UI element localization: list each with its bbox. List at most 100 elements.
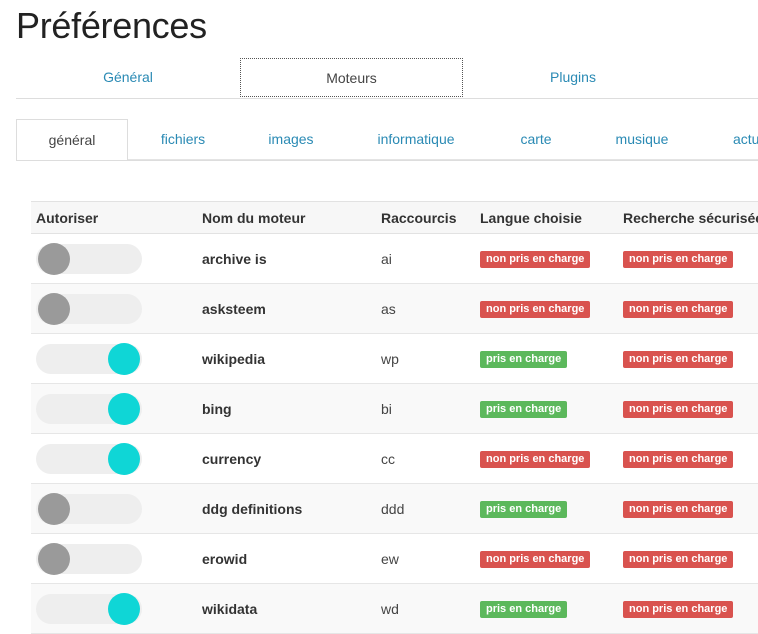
toggle-cell: [31, 533, 197, 584]
tab-category-general[interactable]: général: [16, 119, 128, 160]
tab-category-carte[interactable]: carte: [488, 119, 584, 160]
toggle-cell: [31, 483, 197, 534]
column-header-engine-name: Nom du moteur: [197, 201, 376, 234]
safe-search-support-badge: non pris en charge: [623, 351, 734, 368]
toggle-cell: [31, 383, 197, 434]
engine-name: ddg definitions: [197, 483, 376, 534]
engine-shortcut: ew: [376, 533, 475, 584]
toggle-cell: [31, 233, 197, 284]
safe-search-cell: non pris en charge: [618, 533, 758, 584]
tab-moteurs[interactable]: Moteurs: [240, 58, 463, 97]
engine-name: asksteem: [197, 283, 376, 334]
tab-general[interactable]: Général: [16, 58, 240, 97]
safe-search-cell: non pris en charge: [618, 583, 758, 634]
column-header-language: Langue choisie: [475, 201, 618, 234]
language-support-badge: pris en charge: [480, 601, 568, 618]
engine-toggle[interactable]: [36, 242, 142, 275]
table-row: erowid ew non pris en charge non pris en ch…: [31, 533, 758, 584]
safe-search-cell: non pris en charge: [618, 333, 758, 384]
engine-name: wikidata: [197, 583, 376, 634]
language-support-badge: pris en charge: [480, 401, 568, 418]
safe-search-support-badge: non pris en charge: [623, 501, 734, 518]
safe-search-support-badge: non pris en charge: [623, 451, 734, 468]
table-header-row: Autoriser Nom du moteur Raccourcis Langu…: [31, 201, 758, 234]
language-cell: pris en charge: [475, 333, 618, 384]
tab-category-fichiers[interactable]: fichiers: [128, 119, 238, 160]
language-support-badge: non pris en charge: [480, 451, 591, 468]
language-cell: pris en charge: [475, 483, 618, 534]
language-cell: non pris en charge: [475, 433, 618, 484]
engine-toggle[interactable]: [36, 292, 142, 325]
toggle-cell: [31, 433, 197, 484]
engine-toggle[interactable]: [36, 442, 142, 475]
category-tabs: général fichiers images informatique car…: [16, 119, 758, 161]
safe-search-cell: non pris en charge: [618, 433, 758, 484]
engine-name: wikipedia: [197, 333, 376, 384]
toggle-knob: [108, 342, 140, 375]
engine-shortcut: wp: [376, 333, 475, 384]
tab-category-musique[interactable]: musique: [584, 119, 700, 160]
safe-search-support-badge: non pris en charge: [623, 551, 734, 568]
safe-search-support-badge: non pris en charge: [623, 401, 734, 418]
toggle-cell: [31, 283, 197, 334]
language-support-badge: non pris en charge: [480, 251, 591, 268]
safe-search-cell: non pris en charge: [618, 483, 758, 534]
engine-shortcut: as: [376, 283, 475, 334]
safe-search-support-badge: non pris en charge: [623, 251, 734, 268]
language-support-badge: pris en charge: [480, 351, 568, 368]
engine-shortcut: cc: [376, 433, 475, 484]
engine-name: archive is: [197, 233, 376, 284]
tab-category-informatique[interactable]: informatique: [344, 119, 488, 160]
table-row: archive is ai non pris en charge non pris e…: [31, 233, 758, 284]
engine-name: erowid: [197, 533, 376, 584]
column-header-autoriser: Autoriser: [31, 201, 197, 234]
table-row: wikidata wd pris en charge non pris en char…: [31, 583, 758, 634]
language-support-badge: non pris en charge: [480, 551, 591, 568]
tab-category-actu[interactable]: actu: [700, 119, 758, 160]
toggle-knob: [108, 592, 140, 625]
table-row: currency cc non pris en charge non pris en …: [31, 433, 758, 484]
engine-shortcut: bi: [376, 383, 475, 434]
toggle-knob: [38, 542, 70, 575]
toggle-cell: [31, 333, 197, 384]
engine-toggle[interactable]: [36, 392, 142, 425]
language-support-badge: non pris en charge: [480, 301, 591, 318]
engine-toggle[interactable]: [36, 592, 142, 625]
language-cell: non pris en charge: [475, 533, 618, 584]
engine-toggle[interactable]: [36, 492, 142, 525]
toggle-knob: [38, 292, 70, 325]
toggle-knob: [38, 242, 70, 275]
top-tabs: Général Moteurs Plugins: [16, 58, 758, 99]
toggle-knob: [108, 442, 140, 475]
tab-category-images[interactable]: images: [238, 119, 344, 160]
page-title: Préférences: [16, 5, 207, 46]
table-row: ddg definitions ddd pris en charge non pris…: [31, 483, 758, 534]
safe-search-support-badge: non pris en charge: [623, 601, 734, 618]
language-cell: pris en charge: [475, 583, 618, 634]
engine-shortcut: ai: [376, 233, 475, 284]
engines-table: Autoriser Nom du moteur Raccourcis Langu…: [31, 201, 758, 634]
safe-search-support-badge: non pris en charge: [623, 301, 734, 318]
engine-toggle[interactable]: [36, 342, 142, 375]
tab-plugins[interactable]: Plugins: [463, 58, 683, 97]
safe-search-cell: non pris en charge: [618, 233, 758, 284]
engine-name: currency: [197, 433, 376, 484]
language-support-badge: pris en charge: [480, 501, 568, 518]
language-cell: non pris en charge: [475, 233, 618, 284]
toggle-knob: [108, 392, 140, 425]
table-row: asksteem as non pris en charge non pris en …: [31, 283, 758, 334]
engine-shortcut: wd: [376, 583, 475, 634]
language-cell: pris en charge: [475, 383, 618, 434]
table-row: bing bi pris en charge non pris en charge: [31, 383, 758, 434]
column-header-shortcut: Raccourcis: [376, 201, 475, 234]
safe-search-cell: non pris en charge: [618, 383, 758, 434]
engine-shortcut: ddd: [376, 483, 475, 534]
engine-toggle[interactable]: [36, 542, 142, 575]
safe-search-cell: non pris en charge: [618, 283, 758, 334]
table-row: wikipedia wp pris en charge non pris en cha…: [31, 333, 758, 384]
column-header-safe-search: Recherche sécurisée: [618, 201, 758, 234]
engine-name: bing: [197, 383, 376, 434]
toggle-knob: [38, 492, 70, 525]
language-cell: non pris en charge: [475, 283, 618, 334]
toggle-cell: [31, 583, 197, 634]
